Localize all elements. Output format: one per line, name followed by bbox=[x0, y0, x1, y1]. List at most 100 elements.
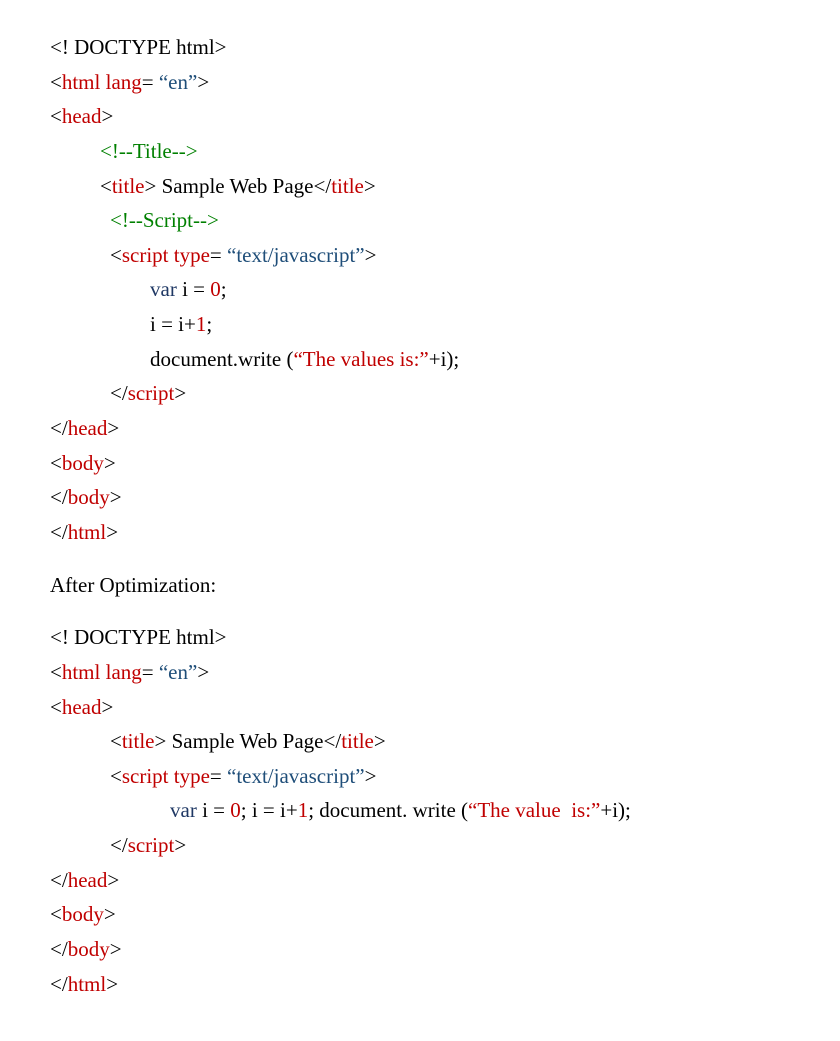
text: < bbox=[110, 243, 122, 267]
text: > bbox=[174, 833, 186, 857]
text: < bbox=[110, 764, 122, 788]
keyword: var bbox=[150, 277, 177, 301]
text: < bbox=[100, 174, 112, 198]
keyword: var bbox=[170, 798, 197, 822]
text: +i); bbox=[600, 798, 631, 822]
number: 1 bbox=[298, 798, 309, 822]
value: “text/javascript” bbox=[227, 764, 365, 788]
code-line: <body> bbox=[50, 446, 790, 481]
code-line: <script type= “text/javascript”> bbox=[50, 238, 790, 273]
tag: script bbox=[128, 833, 175, 857]
code-line: <!--Title--> bbox=[50, 134, 790, 169]
text: < bbox=[50, 660, 62, 684]
text: </ bbox=[50, 485, 68, 509]
attr: type bbox=[174, 243, 210, 267]
comment: <!--Title--> bbox=[100, 139, 198, 163]
tag: script bbox=[122, 764, 169, 788]
text: After Optimization: bbox=[50, 573, 216, 597]
tag: head bbox=[62, 695, 102, 719]
text: > Sample Web Page</ bbox=[145, 174, 332, 198]
text: < bbox=[110, 729, 122, 753]
text: > bbox=[106, 520, 118, 544]
string: “The value is:” bbox=[468, 798, 600, 822]
attr: type bbox=[174, 764, 210, 788]
text: = bbox=[210, 764, 227, 788]
code-line: <! DOCTYPE html> bbox=[50, 30, 790, 65]
text: < bbox=[50, 902, 62, 926]
text: </ bbox=[50, 520, 68, 544]
text: </ bbox=[50, 416, 68, 440]
text: ; document. write ( bbox=[308, 798, 468, 822]
tag: body bbox=[68, 485, 110, 509]
text: > bbox=[374, 729, 386, 753]
text: > bbox=[102, 104, 114, 128]
tag: html bbox=[62, 70, 101, 94]
text: > bbox=[107, 868, 119, 892]
text: > bbox=[106, 972, 118, 996]
text: > bbox=[110, 485, 122, 509]
text: i = bbox=[197, 798, 230, 822]
code-line: <body> bbox=[50, 897, 790, 932]
text: </ bbox=[50, 972, 68, 996]
tag: title bbox=[122, 729, 155, 753]
text: > bbox=[104, 902, 116, 926]
text: > bbox=[365, 764, 377, 788]
code-line: document.write (“The values is:”+i); bbox=[50, 342, 790, 377]
tag: title bbox=[341, 729, 374, 753]
code-line: </script> bbox=[50, 828, 790, 863]
code-line: <html lang= “en”> bbox=[50, 65, 790, 100]
code-line: </html> bbox=[50, 967, 790, 1002]
tag: body bbox=[68, 937, 110, 961]
code-line: </head> bbox=[50, 863, 790, 898]
tag: html bbox=[68, 520, 107, 544]
text: ; bbox=[221, 277, 227, 301]
code-line: <title> Sample Web Page</title> bbox=[50, 724, 790, 759]
text: = bbox=[142, 660, 159, 684]
text: </ bbox=[110, 833, 128, 857]
text: > bbox=[365, 243, 377, 267]
code-line: <script type= “text/javascript”> bbox=[50, 759, 790, 794]
text: < bbox=[50, 70, 62, 94]
tag: html bbox=[68, 972, 107, 996]
tag: html bbox=[62, 660, 101, 684]
text: = bbox=[142, 70, 159, 94]
code-line: <! DOCTYPE html> bbox=[50, 620, 790, 655]
text: </ bbox=[50, 937, 68, 961]
code-line: <head> bbox=[50, 690, 790, 725]
number: 0 bbox=[230, 798, 241, 822]
attr: lang bbox=[106, 660, 142, 684]
tag: head bbox=[68, 416, 108, 440]
code-line: <title> Sample Web Page</title> bbox=[50, 169, 790, 204]
section-label: After Optimization: bbox=[50, 568, 790, 603]
text: < bbox=[50, 104, 62, 128]
code-line: var i = 0; i = i+1; document. write (“Th… bbox=[50, 793, 790, 828]
text: ; i = i+ bbox=[241, 798, 298, 822]
code-line: </head> bbox=[50, 411, 790, 446]
text: <! DOCTYPE html> bbox=[50, 35, 227, 59]
text: ; bbox=[206, 312, 212, 336]
text: > bbox=[364, 174, 376, 198]
text: > bbox=[174, 381, 186, 405]
tag: title bbox=[331, 174, 364, 198]
code-line: </body> bbox=[50, 480, 790, 515]
text: i = i+ bbox=[150, 312, 196, 336]
code-line: <!--Script--> bbox=[50, 203, 790, 238]
tag: head bbox=[68, 868, 108, 892]
tag: title bbox=[112, 174, 145, 198]
text: < bbox=[50, 695, 62, 719]
comment: <!--Script--> bbox=[110, 208, 219, 232]
text: < bbox=[50, 451, 62, 475]
text: > bbox=[110, 937, 122, 961]
value: “text/javascript” bbox=[227, 243, 365, 267]
tag: script bbox=[122, 243, 169, 267]
text: > Sample Web Page</ bbox=[155, 729, 342, 753]
tag: head bbox=[62, 104, 102, 128]
text: document.write ( bbox=[150, 347, 293, 371]
attr: lang bbox=[106, 70, 142, 94]
code-line: var i = 0; bbox=[50, 272, 790, 307]
code-line: <html lang= “en”> bbox=[50, 655, 790, 690]
text: +i); bbox=[429, 347, 460, 371]
code-line: </body> bbox=[50, 932, 790, 967]
text: <! DOCTYPE html> bbox=[50, 625, 227, 649]
code-line: </html> bbox=[50, 515, 790, 550]
